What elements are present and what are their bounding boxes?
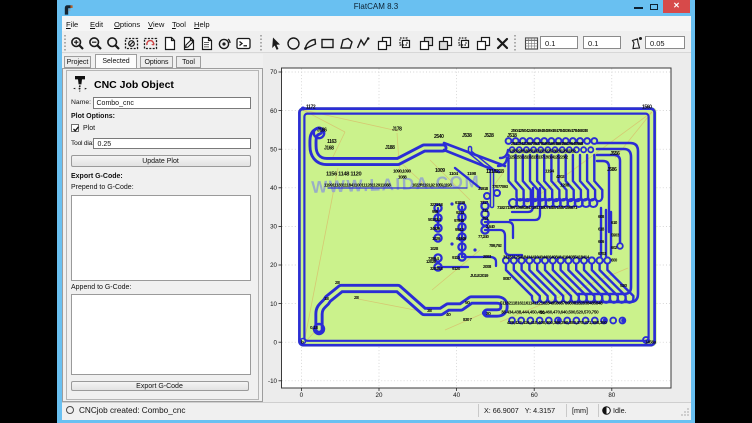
svg-text:125822381828313233232252362312: 125822381828313233232252362312822382 xyxy=(509,149,576,154)
svg-text:830 7: 830 7 xyxy=(463,317,473,322)
svg-text:789,792: 789,792 xyxy=(489,243,502,248)
svg-text:1218218: 1218218 xyxy=(486,169,504,175)
svg-text:30: 30 xyxy=(270,224,277,231)
svg-text:125225311813181381371363241252: 1252253118131813813713632412522382 xyxy=(509,155,569,160)
svg-text:1456a: 1456a xyxy=(645,340,657,345)
svg-text:61019: 61019 xyxy=(455,200,466,205)
svg-text:50: 50 xyxy=(270,146,277,153)
svg-text:2008: 2008 xyxy=(483,264,492,269)
svg-text:77077093: 77077093 xyxy=(492,184,509,189)
svg-text:J528: J528 xyxy=(484,133,494,139)
svg-text:77,240: 77,240 xyxy=(478,234,489,239)
svg-text:2540: 2540 xyxy=(434,134,444,140)
svg-text:1022R1191,92 1059,1193: 1022R1191,92 1059,1193 xyxy=(412,183,452,188)
svg-text:40: 40 xyxy=(453,392,460,399)
svg-text:251184118678637819619648645619: 251184118678637819619648645619648568 xyxy=(511,141,584,146)
svg-text:7317: 7317 xyxy=(480,200,489,205)
svg-text:0: 0 xyxy=(274,339,278,346)
svg-text:60: 60 xyxy=(270,108,277,115)
svg-text:1163: 1163 xyxy=(327,139,337,145)
svg-text:520: 520 xyxy=(620,283,628,289)
svg-text:J538: J538 xyxy=(462,133,472,139)
svg-text:10: 10 xyxy=(270,301,277,308)
svg-text:12020: 12020 xyxy=(426,259,437,264)
svg-text:J178: J178 xyxy=(392,127,402,133)
svg-text:J188: J188 xyxy=(385,145,395,151)
svg-text:1090,1090: 1090,1090 xyxy=(393,169,412,174)
svg-text:40: 40 xyxy=(270,185,277,192)
svg-text:32019,8: 32019,8 xyxy=(430,266,443,271)
svg-text:1208: 1208 xyxy=(560,183,570,189)
svg-text:1088: 1088 xyxy=(398,175,407,180)
svg-text:J1918: J1918 xyxy=(478,186,489,191)
svg-text:50103,4: 50103,4 xyxy=(428,217,441,222)
svg-text:0,18: 0,18 xyxy=(310,325,318,330)
svg-text:J168: J168 xyxy=(324,146,334,152)
svg-text:1104: 1104 xyxy=(449,171,459,177)
svg-text:250425042490494848948478483647: 250425042490494848948478483647846838 xyxy=(511,128,588,134)
svg-text:9120: 9120 xyxy=(452,266,461,271)
svg-text:70: 70 xyxy=(270,69,277,76)
svg-text:J586: J586 xyxy=(607,167,617,173)
svg-text:0: 0 xyxy=(300,392,304,399)
svg-text:1029: 1029 xyxy=(432,236,441,241)
svg-text:718271897106918471817180718871: 718271897106918471817180718871587156871 xyxy=(497,205,578,210)
svg-text:1560: 1560 xyxy=(642,105,652,111)
svg-text:1198: 1198 xyxy=(467,171,477,177)
svg-text:1009: 1009 xyxy=(435,168,445,174)
svg-text:JU1.8:2019: JU1.8:2019 xyxy=(470,273,489,278)
svg-text:94949: 94949 xyxy=(456,236,467,241)
svg-text:1194: 1194 xyxy=(545,169,555,175)
svg-text:6703: 6703 xyxy=(598,251,607,256)
svg-text:9110: 9110 xyxy=(452,255,461,260)
svg-text:5903: 5903 xyxy=(611,233,620,238)
svg-text:2,640: 2,640 xyxy=(486,224,496,229)
svg-text:1028: 1028 xyxy=(430,246,439,251)
svg-text:1156 1148 1120: 1156 1148 1120 xyxy=(326,172,361,178)
svg-text:38 434,438,444,450,456,460,470: 38 434,438,444,450,456,460,470,640,500,5… xyxy=(501,310,599,315)
svg-text:97948: 97948 xyxy=(454,218,465,223)
svg-text:954.2: 954.2 xyxy=(455,227,465,232)
svg-text:9213: 9213 xyxy=(456,210,465,215)
svg-text:8087: 8087 xyxy=(503,276,512,281)
svg-text:60: 60 xyxy=(531,392,538,399)
svg-text:-10: -10 xyxy=(268,378,278,385)
svg-text:J556: J556 xyxy=(610,151,620,157)
svg-text:J186: J186 xyxy=(317,128,327,134)
svg-text:32714,8: 32714,8 xyxy=(430,202,443,207)
svg-text:34929: 34929 xyxy=(430,226,441,231)
svg-text:2003: 2003 xyxy=(483,254,492,259)
svg-text:20: 20 xyxy=(270,262,277,269)
svg-text:119911183111841100111281129110: 11991118311184110011128112911088 xyxy=(324,183,391,188)
svg-text:1172: 1172 xyxy=(306,105,316,111)
svg-text:80: 80 xyxy=(608,392,615,399)
svg-text:428,422,416,410,408,400,396,39: 428,422,416,410,408,400,396,390,383,378,… xyxy=(507,320,607,325)
svg-text:20: 20 xyxy=(376,392,383,399)
svg-text:311831284184144104044064084141: 3118312841841441040440640841416408541841… xyxy=(503,255,590,260)
svg-text:511821181611611411218284858687: 5118211816116114112182848586878980818283… xyxy=(500,301,603,306)
svg-text:4202: 4202 xyxy=(556,174,565,179)
